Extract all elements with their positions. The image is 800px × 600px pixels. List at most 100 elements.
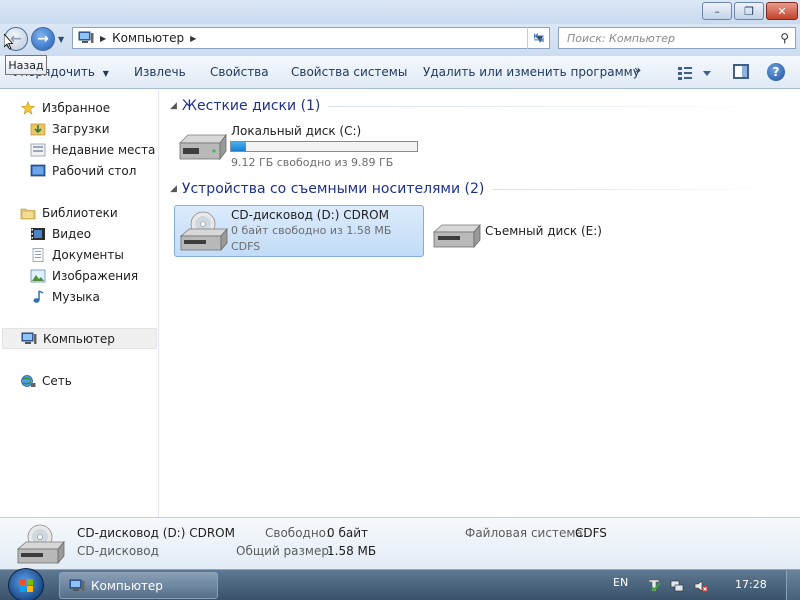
details-total-label: Общий размер: [236,544,334,558]
sidebar-item-desktop[interactable]: Рабочий стол [0,160,157,181]
collapse-triangle-icon[interactable]: ◢ [170,184,177,194]
sidebar-item-pictures[interactable]: Изображения [0,265,157,286]
more-commands-button[interactable]: » [634,63,641,77]
drive-tile-d[interactable]: CD-дисковод (D:) CDROM 0 байт свободно и… [174,205,424,257]
sidebar-item-label: Видео [52,226,92,241]
computer-icon [21,332,37,344]
taskbar: Компьютер EN 17:28 [0,568,800,600]
drive-tile-e[interactable]: Съемный диск (E:) [430,215,630,255]
help-button[interactable]: ? [767,63,785,81]
details-total-value: 1.58 МБ [327,544,377,558]
drive-name: Съемный диск (E:) [485,224,602,238]
sidebar-item-label: Компьютер [43,331,115,346]
show-desktop-button[interactable] [786,570,800,600]
recent-pages-dropdown[interactable]: ▼ [58,35,64,44]
refresh-icon: ↹ [533,30,545,46]
drive-free-space: 0 байт свободно из 1.58 МБ [231,224,392,237]
forward-button[interactable]: → [31,27,55,51]
group-divider [328,105,790,107]
action-center-icon[interactable] [647,579,661,593]
details-item-name: CD-дисковод (D:) CDROM [77,526,235,540]
search-input[interactable]: Поиск: Компьютер ⚲ [558,27,796,49]
sidebar-item-documents[interactable]: Документы [0,244,157,265]
collapse-triangle-icon[interactable]: ◢ [170,101,177,111]
sidebar-item-computer[interactable]: Компьютер [2,328,157,349]
sidebar-item-downloads[interactable]: Загрузки [0,118,157,139]
removable-disk-icon [432,223,481,249]
breadcrumb-computer[interactable]: Компьютер [112,31,184,45]
navigation-bar: ← → ▼ ▶ Компьютер ▶ ▼ ↹ Поиск: Компьютер… [0,24,800,56]
sidebar-item-label: Сеть [42,373,72,388]
sidebar-item-label: Документы [52,247,124,262]
windows-logo-icon [20,579,33,592]
address-bar[interactable]: ▶ Компьютер ▶ ▼ [72,27,550,49]
navigation-pane: Избранное Загрузки Недавние места Рабочи… [0,90,159,517]
minimize-button[interactable]: – [702,2,732,20]
language-indicator[interactable]: EN [613,576,628,589]
chevron-down-icon: ▼ [102,69,109,78]
disk-usage-fill [231,142,246,151]
group-header-removable[interactable]: ◢ Устройства со съемными носителями (2) [170,181,790,197]
command-bar: Упорядочить ▼ Извлечь Свойства Свойства … [0,56,800,89]
mouse-cursor-icon [4,34,14,50]
group-title: Устройства со съемными носителями (2) [181,181,485,197]
computer-icon [69,579,85,591]
path-separator-icon[interactable]: ▶ [190,34,196,43]
disk-usage-bar [230,141,418,152]
taskbar-item-computer[interactable]: Компьютер [59,572,218,599]
sidebar-item-network[interactable]: Сеть [0,370,157,391]
group-title: Жесткие диски (1) [181,98,321,114]
eject-button[interactable]: Извлечь [134,65,186,79]
sidebar-item-music[interactable]: Музыка [0,286,157,307]
details-free-value: 0 байт [327,526,368,540]
start-button[interactable] [8,568,44,600]
documents-library-icon [32,247,44,262]
drive-name: Локальный диск (C:) [231,124,362,138]
star-icon [21,100,35,115]
volume-muted-icon[interactable] [694,579,708,593]
close-button[interactable]: ✕ [766,2,798,20]
uninstall-program-button[interactable]: Удалить или изменить программу [423,65,640,79]
details-item-type: CD-дисковод [77,544,159,558]
cd-drive-icon [16,524,65,565]
details-fs-value: CDFS [575,526,607,540]
title-bar: – ❐ ✕ [0,0,800,24]
desktop-icon [30,164,46,176]
music-library-icon [33,289,44,303]
drive-filesystem: CDFS [231,240,261,253]
video-library-icon [31,227,45,240]
details-free-label: Свободно: [265,526,331,540]
system-properties-button[interactable]: Свойства системы [291,65,407,79]
forward-arrow-icon: → [37,31,49,47]
network-tray-icon[interactable] [670,579,684,593]
computer-icon [78,31,94,43]
search-placeholder: Поиск: Компьютер [567,31,675,45]
sidebar-item-label: Библиотеки [42,205,118,220]
drive-tile-c[interactable]: Локальный диск (C:) 9.12 ГБ свободно из … [174,122,444,170]
downloads-folder-icon [30,123,46,135]
sidebar-item-label: Избранное [42,100,111,115]
drive-name: CD-дисковод (D:) CDROM [231,208,389,222]
path-separator-icon: ▶ [100,33,107,43]
sidebar-item-label: Загрузки [52,121,110,136]
preview-pane-icon[interactable] [733,64,749,79]
properties-button[interactable]: Свойства [210,65,269,79]
maximize-button[interactable]: ❐ [734,2,764,20]
sidebar-item-favorites[interactable]: Избранное [0,97,157,118]
sidebar-item-label: Недавние места [52,142,156,157]
clock[interactable]: 17:28 [735,578,767,591]
sidebar-item-video[interactable]: Видео [0,223,157,244]
refresh-button[interactable]: ↹ [527,27,550,49]
group-header-hard-drives[interactable]: ◢ Жесткие диски (1) [170,98,790,114]
details-pane: CD-дисковод (D:) CDROM CD-дисковод Свобо… [0,517,800,569]
sidebar-item-libraries[interactable]: Библиотеки [0,202,157,223]
sidebar-item-label: Изображения [52,268,139,283]
sidebar-item-label: Рабочий стол [52,163,137,178]
change-view-button[interactable] [678,65,712,81]
back-tooltip: Назад [5,55,47,75]
sidebar-item-label: Музыка [52,289,100,304]
search-icon[interactable]: ⚲ [780,31,789,45]
cd-drive-icon [179,211,228,252]
network-icon [21,374,36,387]
sidebar-item-recent-places[interactable]: Недавние места [0,139,157,160]
